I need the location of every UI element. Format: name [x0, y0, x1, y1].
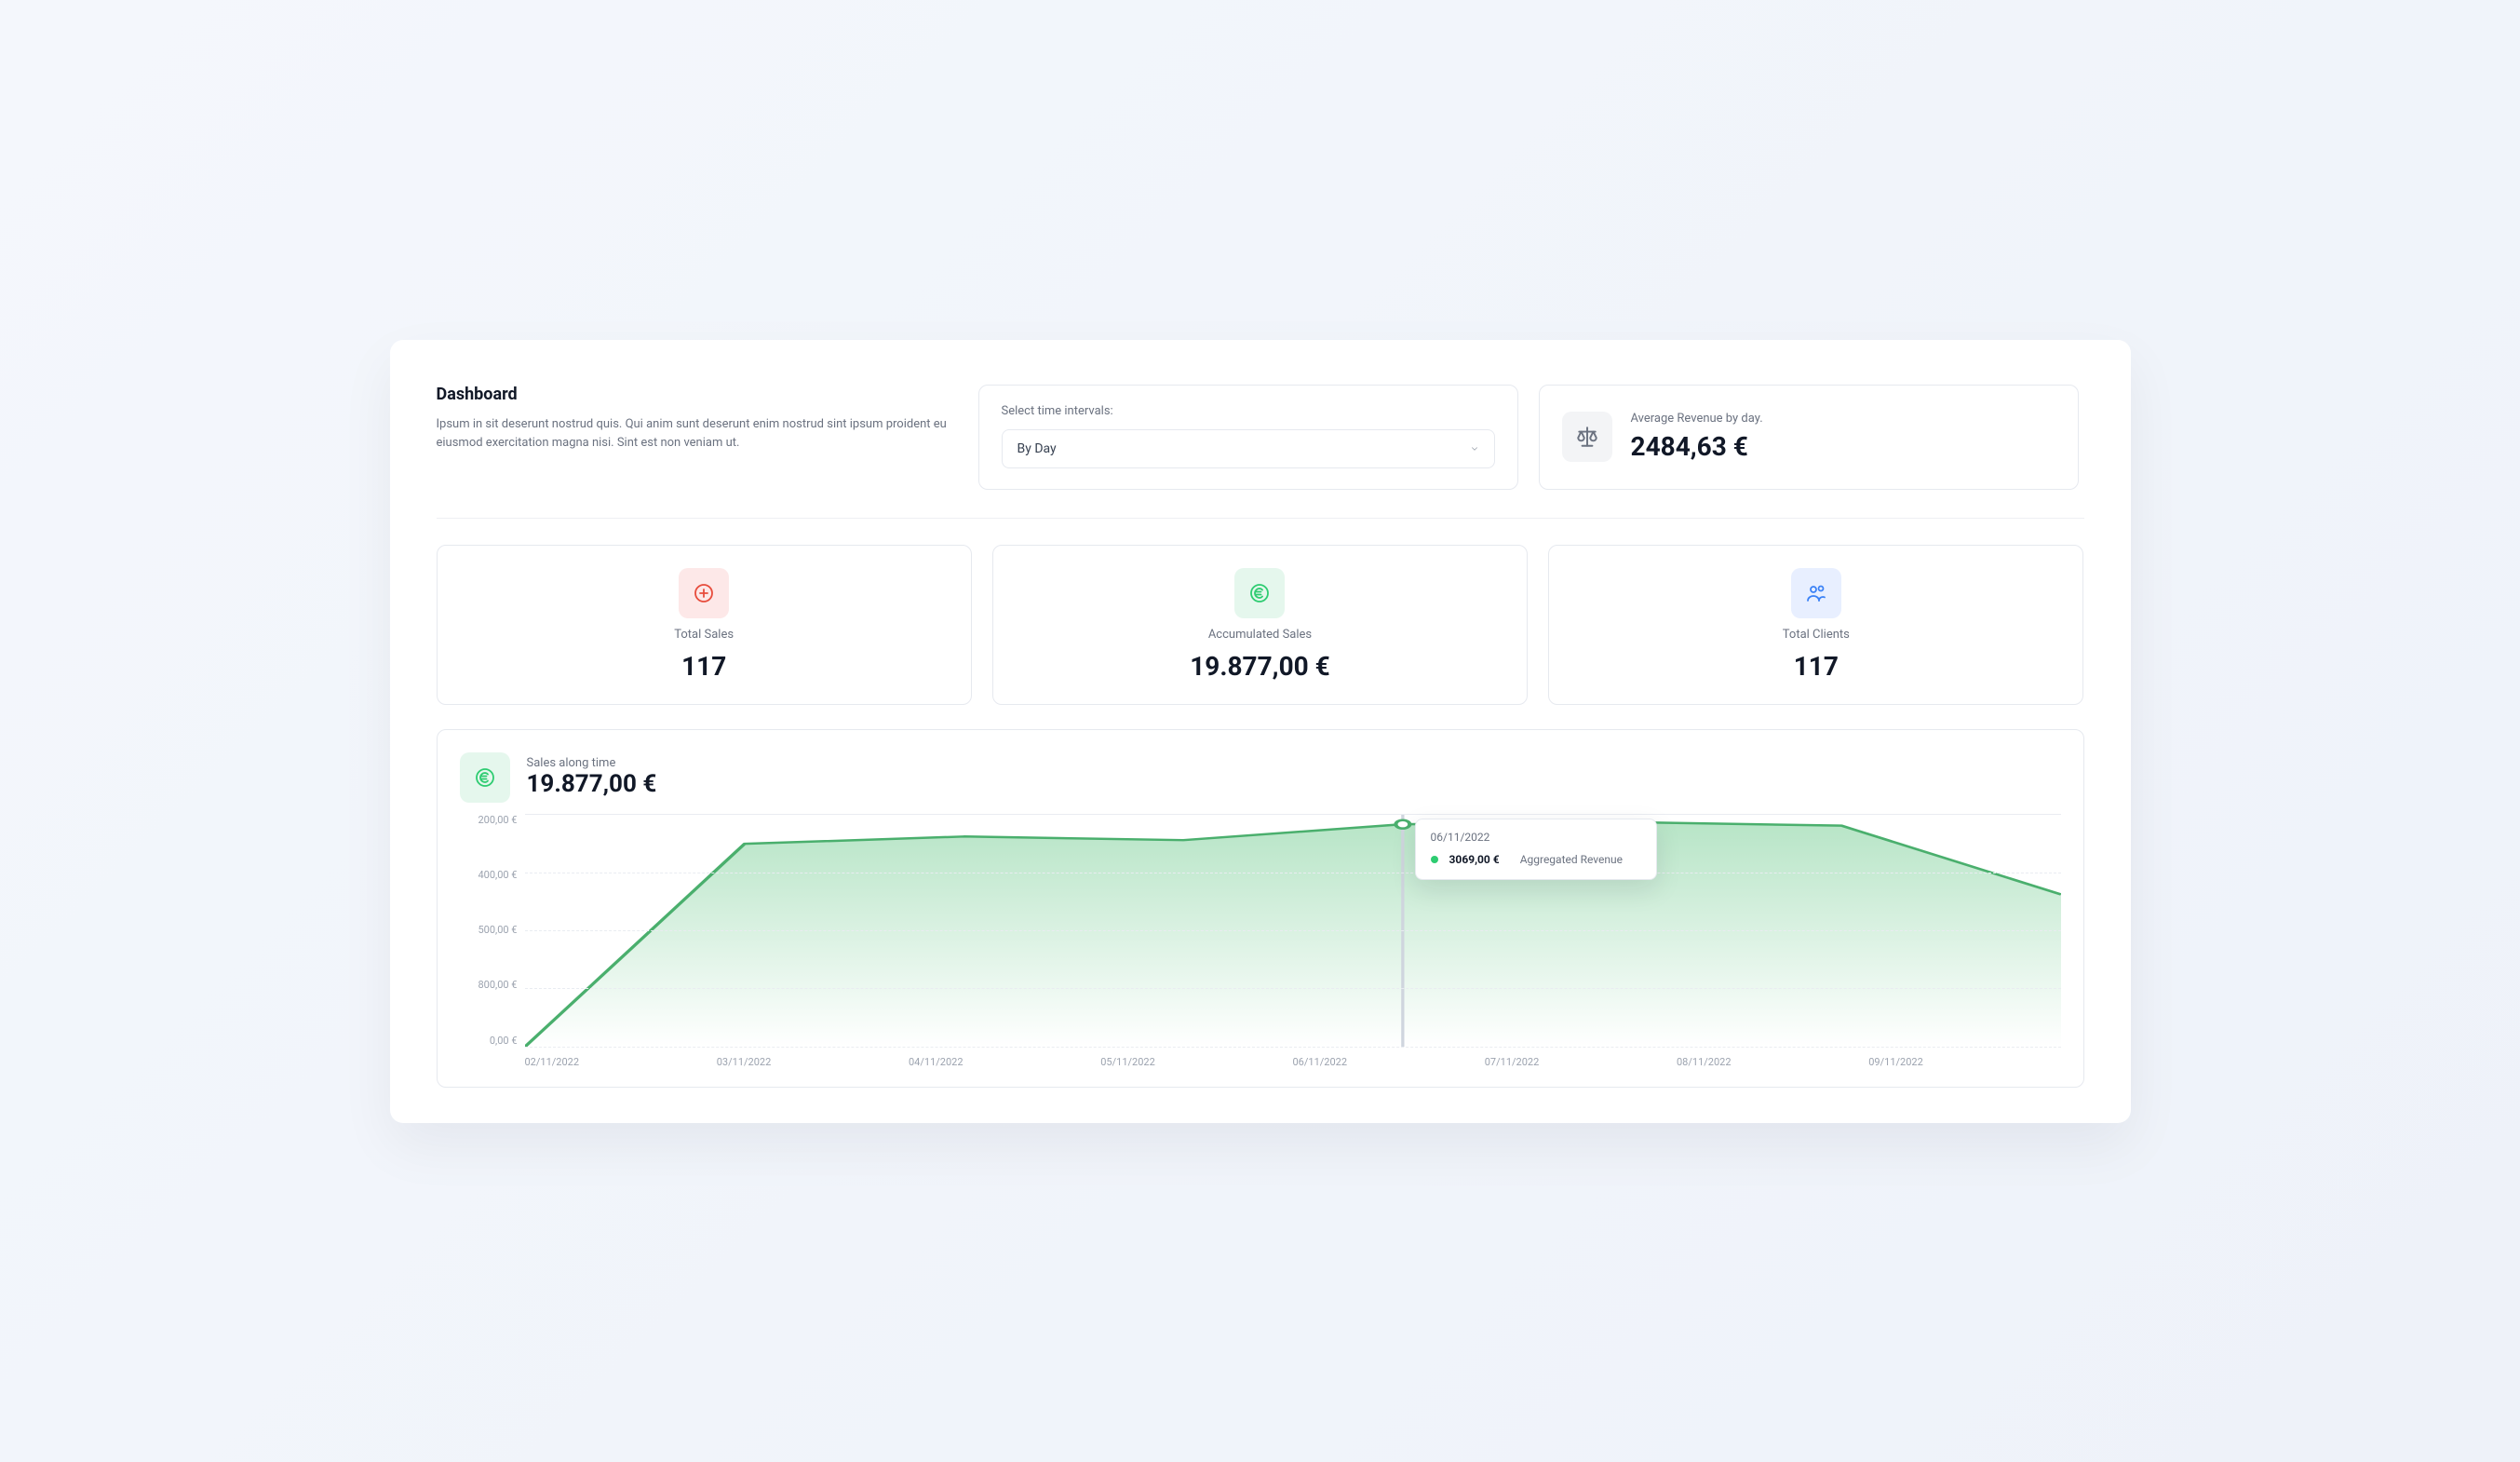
chart-title: Sales along time — [527, 756, 657, 770]
page-description: Ipsum in sit deserunt nostrud quis. Qui … — [437, 415, 958, 453]
stat-card-total-clients: Total Clients 117 — [1548, 545, 2083, 705]
average-revenue-card: Average Revenue by day. 2484,63 € — [1539, 385, 2079, 490]
chart-body: 200,00 € 400,00 € 500,00 € 800,00 € 0,00… — [460, 814, 2061, 1047]
tooltip-row: 3069,00 € Aggregated Revenue — [1431, 853, 1641, 866]
header-row: Dashboard Ipsum in sit deserunt nostrud … — [437, 385, 2084, 519]
x-tick: 06/11/2022 — [1293, 1056, 1485, 1068]
x-tick: 09/11/2022 — [1868, 1056, 2060, 1068]
y-tick: 200,00 € — [478, 814, 518, 826]
x-tick: 08/11/2022 — [1677, 1056, 1868, 1068]
x-axis: 02/11/202203/11/202204/11/202205/11/2022… — [525, 1047, 2061, 1068]
tooltip-date: 06/11/2022 — [1431, 831, 1641, 844]
interval-label: Select time intervals: — [1002, 404, 1495, 418]
stats-row: Total Sales 117 Accumulated Sales 19.877… — [437, 545, 2084, 705]
x-tick: 04/11/2022 — [909, 1056, 1100, 1068]
page-title: Dashboard — [437, 385, 958, 404]
y-axis: 200,00 € 400,00 € 500,00 € 800,00 € 0,00… — [460, 814, 525, 1047]
chevron-down-icon — [1470, 444, 1479, 453]
chart-header: Sales along time 19.877,00 € — [460, 752, 2061, 803]
scales-icon — [1562, 412, 1612, 462]
tooltip-value: 3069,00 € — [1449, 853, 1500, 866]
euro-icon — [1234, 568, 1285, 618]
euro-icon — [460, 752, 510, 803]
tooltip-series: Aggregated Revenue — [1520, 853, 1623, 866]
chart-tooltip: 06/11/2022 3069,00 € Aggregated Revenue — [1415, 819, 1657, 880]
stat-card-accumulated-sales: Accumulated Sales 19.877,00 € — [992, 545, 1528, 705]
average-value: 2484,63 € — [1631, 431, 1763, 462]
chart-plot[interactable]: 06/11/2022 3069,00 € Aggregated Revenue — [525, 814, 2061, 1047]
x-tick: 02/11/2022 — [525, 1056, 717, 1068]
stat-value: 117 — [1794, 651, 1839, 682]
average-texts: Average Revenue by day. 2484,63 € — [1631, 412, 1763, 462]
stat-value: 19.877,00 € — [1190, 651, 1330, 682]
stat-label: Total Clients — [1783, 628, 1850, 642]
x-tick: 07/11/2022 — [1485, 1056, 1677, 1068]
stat-value: 117 — [681, 651, 726, 682]
users-icon — [1791, 568, 1841, 618]
chart-total: 19.877,00 € — [527, 770, 657, 798]
average-label: Average Revenue by day. — [1631, 412, 1763, 426]
plus-circle-icon — [679, 568, 729, 618]
chart-card: Sales along time 19.877,00 € 200,00 € 40… — [437, 729, 2084, 1088]
x-tick: 05/11/2022 — [1100, 1056, 1292, 1068]
interval-card: Select time intervals: By Day — [978, 385, 1518, 490]
plot-wrap: 06/11/2022 3069,00 € Aggregated Revenue — [525, 814, 2061, 1047]
y-tick: 400,00 € — [478, 869, 518, 881]
stat-label: Accumulated Sales — [1208, 628, 1312, 642]
dashboard-panel: Dashboard Ipsum in sit deserunt nostrud … — [390, 340, 2131, 1123]
interval-select[interactable]: By Day — [1002, 429, 1495, 468]
y-tick: 0,00 € — [490, 1035, 518, 1047]
y-tick: 500,00 € — [478, 924, 518, 936]
chart-title-block: Sales along time 19.877,00 € — [527, 756, 657, 798]
stat-card-total-sales: Total Sales 117 — [437, 545, 972, 705]
x-tick: 03/11/2022 — [717, 1056, 909, 1068]
y-tick: 800,00 € — [478, 979, 518, 991]
stat-label: Total Sales — [674, 628, 734, 642]
header-info: Dashboard Ipsum in sit deserunt nostrud … — [437, 385, 958, 490]
tooltip-dot-icon — [1431, 856, 1438, 863]
interval-selected-value: By Day — [1017, 441, 1057, 456]
